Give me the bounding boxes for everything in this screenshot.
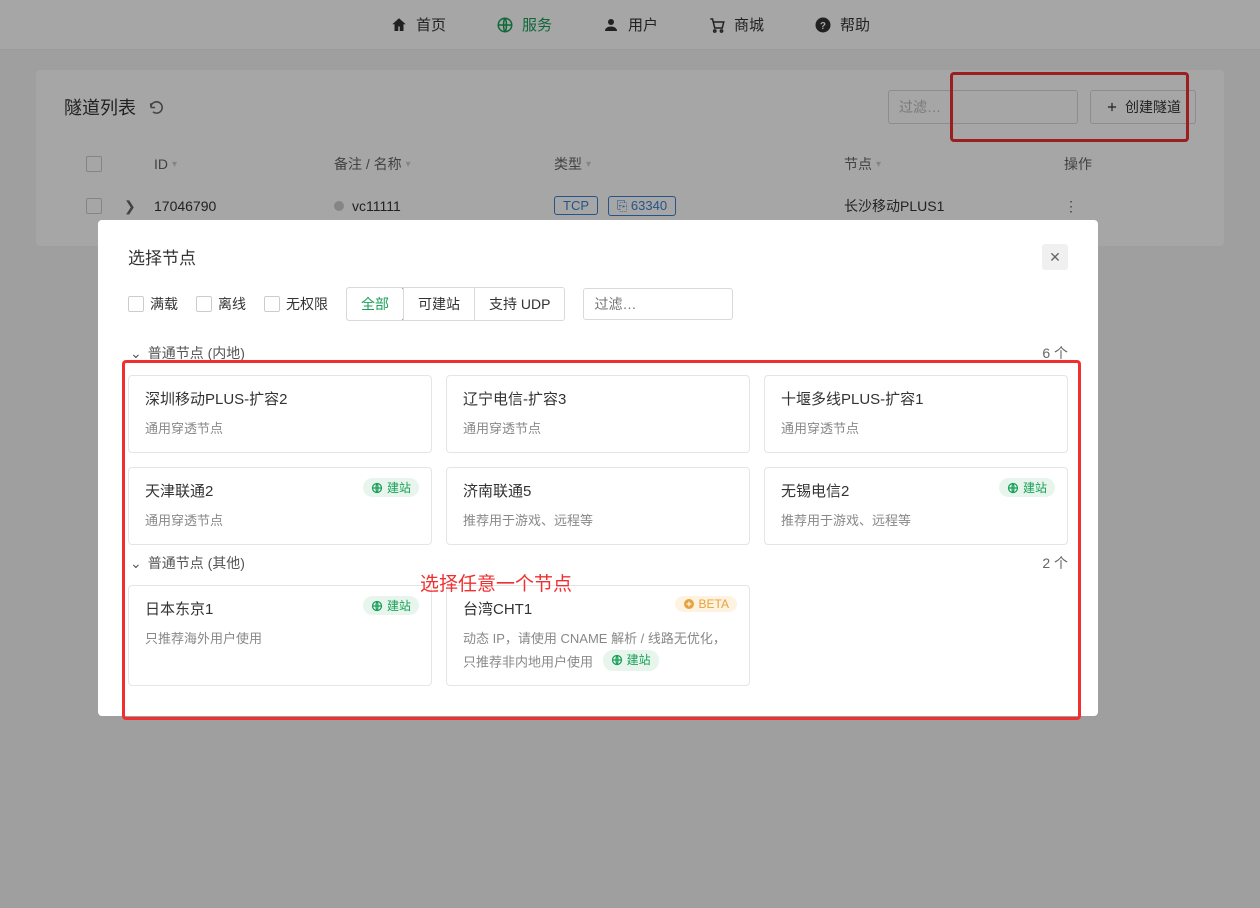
node-desc: 推荐用于游戏、远程等	[463, 511, 733, 532]
select-node-modal: 选择节点 ✕ 满载 离线 无权限 全部 可建站 支持 UDP ⌄ 普通节点 (内地…	[98, 220, 1098, 716]
chevron-down-icon: ⌄	[130, 345, 142, 362]
node-card[interactable]: 十堰多线PLUS-扩容1 通用穿透节点	[764, 375, 1068, 453]
filter-noperm[interactable]: 无权限	[264, 294, 328, 314]
node-card[interactable]: 深圳移动PLUS-扩容2 通用穿透节点	[128, 375, 432, 453]
close-icon[interactable]: ✕	[1042, 244, 1068, 270]
node-card[interactable]: 建站天津联通2通用穿透节点	[128, 467, 432, 545]
node-card[interactable]: 辽宁电信-扩容3 通用穿透节点	[446, 375, 750, 453]
node-desc: 通用穿透节点	[463, 419, 733, 440]
group-header[interactable]: ⌄ 普通节点 (其他) 2 个	[130, 553, 1068, 573]
node-name: 十堰多线PLUS-扩容1	[781, 388, 1051, 409]
node-card[interactable]: 建站日本东京1只推荐海外用户使用	[128, 585, 432, 686]
node-desc: 通用穿透节点	[781, 419, 1051, 440]
node-card[interactable]: BETA台湾CHT1动态 IP，请使用 CNAME 解析 / 线路无优化，只推荐…	[446, 585, 750, 686]
node-desc: 只推荐海外用户使用	[145, 629, 415, 650]
node-desc: 通用穿透节点	[145, 511, 415, 532]
seg-cansite[interactable]: 可建站	[403, 288, 474, 320]
seg-udp[interactable]: 支持 UDP	[474, 288, 564, 320]
beta-badge: BETA	[675, 596, 737, 612]
filter-offline[interactable]: 离线	[196, 294, 246, 314]
group-count: 2 个	[1042, 553, 1068, 573]
annotation-text: 选择任意一个节点	[420, 569, 572, 596]
seg-all[interactable]: 全部	[346, 287, 404, 321]
filter-full[interactable]: 满载	[128, 294, 178, 314]
node-desc: 动态 IP，请使用 CNAME 解析 / 线路无优化，只推荐非内地用户使用 建站	[463, 629, 733, 673]
node-card[interactable]: 建站无锡电信2推荐用于游戏、远程等	[764, 467, 1068, 545]
group-header[interactable]: ⌄ 普通节点 (内地) 6 个	[130, 343, 1068, 363]
node-name: 深圳移动PLUS-扩容2	[145, 388, 415, 409]
node-card[interactable]: 济南联通5 推荐用于游戏、远程等	[446, 467, 750, 545]
site-badge: 建站	[603, 650, 659, 671]
node-name: 济南联通5	[463, 480, 733, 501]
group-name: 普通节点 (内地)	[148, 343, 245, 363]
node-name: 辽宁电信-扩容3	[463, 388, 733, 409]
chevron-down-icon: ⌄	[130, 555, 142, 572]
node-desc: 推荐用于游戏、远程等	[781, 511, 1051, 532]
modal-title: 选择节点	[128, 244, 196, 269]
site-badge: 建站	[363, 478, 419, 497]
segment-control: 全部 可建站 支持 UDP	[346, 287, 565, 321]
site-badge: 建站	[363, 596, 419, 615]
group-name: 普通节点 (其他)	[148, 553, 245, 573]
group-count: 6 个	[1042, 343, 1068, 363]
modal-filter-input[interactable]	[583, 288, 733, 320]
node-desc: 通用穿透节点	[145, 419, 415, 440]
site-badge: 建站	[999, 478, 1055, 497]
